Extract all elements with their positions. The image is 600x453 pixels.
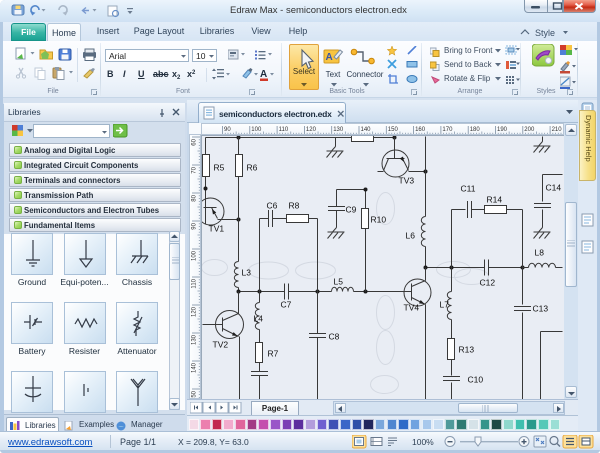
svg-text:60: 60 xyxy=(192,138,198,145)
svg-text:100: 100 xyxy=(192,250,198,261)
svg-text:L4: L4 xyxy=(254,314,264,324)
svg-text:200: 200 xyxy=(524,127,535,133)
svg-text:C12: C12 xyxy=(480,278,496,288)
svg-text:L8: L8 xyxy=(535,248,545,258)
svg-text:C8: C8 xyxy=(329,332,340,342)
svg-text:L5: L5 xyxy=(334,277,344,287)
svg-text:TV4: TV4 xyxy=(404,303,420,313)
svg-text:L6: L6 xyxy=(406,231,416,241)
svg-text:90: 90 xyxy=(192,222,198,229)
svg-text:70: 70 xyxy=(192,166,198,173)
svg-text:120: 120 xyxy=(192,306,198,317)
svg-text:150: 150 xyxy=(192,390,198,399)
svg-text:Style: Style xyxy=(535,28,555,38)
svg-text:R14: R14 xyxy=(487,195,503,205)
svg-text:120: 120 xyxy=(306,127,317,133)
svg-text:C6: C6 xyxy=(267,201,278,211)
svg-text:100: 100 xyxy=(251,127,262,133)
svg-text:R13: R13 xyxy=(459,345,475,355)
svg-text:80: 80 xyxy=(192,194,198,201)
svg-text:130: 130 xyxy=(333,127,344,133)
svg-text:R6: R6 xyxy=(247,163,258,173)
svg-text:A: A xyxy=(326,52,333,63)
svg-text:A: A xyxy=(260,69,267,80)
svg-text:C14: C14 xyxy=(546,183,562,193)
svg-text:130: 130 xyxy=(192,334,198,345)
svg-text:110: 110 xyxy=(192,278,198,288)
svg-text:170: 170 xyxy=(442,127,453,133)
svg-text:210: 210 xyxy=(552,127,563,133)
svg-text:L7: L7 xyxy=(440,300,450,310)
svg-text:160: 160 xyxy=(415,127,426,133)
svg-text:C7: C7 xyxy=(281,300,292,310)
svg-text:140: 140 xyxy=(361,127,372,133)
svg-text:C11: C11 xyxy=(461,184,476,194)
svg-text:180: 180 xyxy=(470,127,481,133)
svg-text:TV2: TV2 xyxy=(213,340,229,350)
svg-text:R7: R7 xyxy=(268,349,279,359)
svg-text:150: 150 xyxy=(388,127,399,133)
svg-text:140: 140 xyxy=(192,362,198,373)
svg-text:L3: L3 xyxy=(242,268,252,278)
svg-text:100%: 100% xyxy=(412,437,434,447)
svg-text:R8: R8 xyxy=(289,201,300,211)
svg-text:C10: C10 xyxy=(468,375,484,385)
svg-text:190: 190 xyxy=(497,127,508,133)
svg-text:90: 90 xyxy=(224,127,231,133)
svg-text:110: 110 xyxy=(279,127,289,133)
svg-text:C13: C13 xyxy=(533,304,549,314)
svg-text:R5: R5 xyxy=(214,163,225,173)
svg-text:C9: C9 xyxy=(346,205,357,215)
svg-text:TV3: TV3 xyxy=(399,176,415,186)
svg-text:R10: R10 xyxy=(371,215,387,225)
svg-text:TV1: TV1 xyxy=(209,224,225,234)
